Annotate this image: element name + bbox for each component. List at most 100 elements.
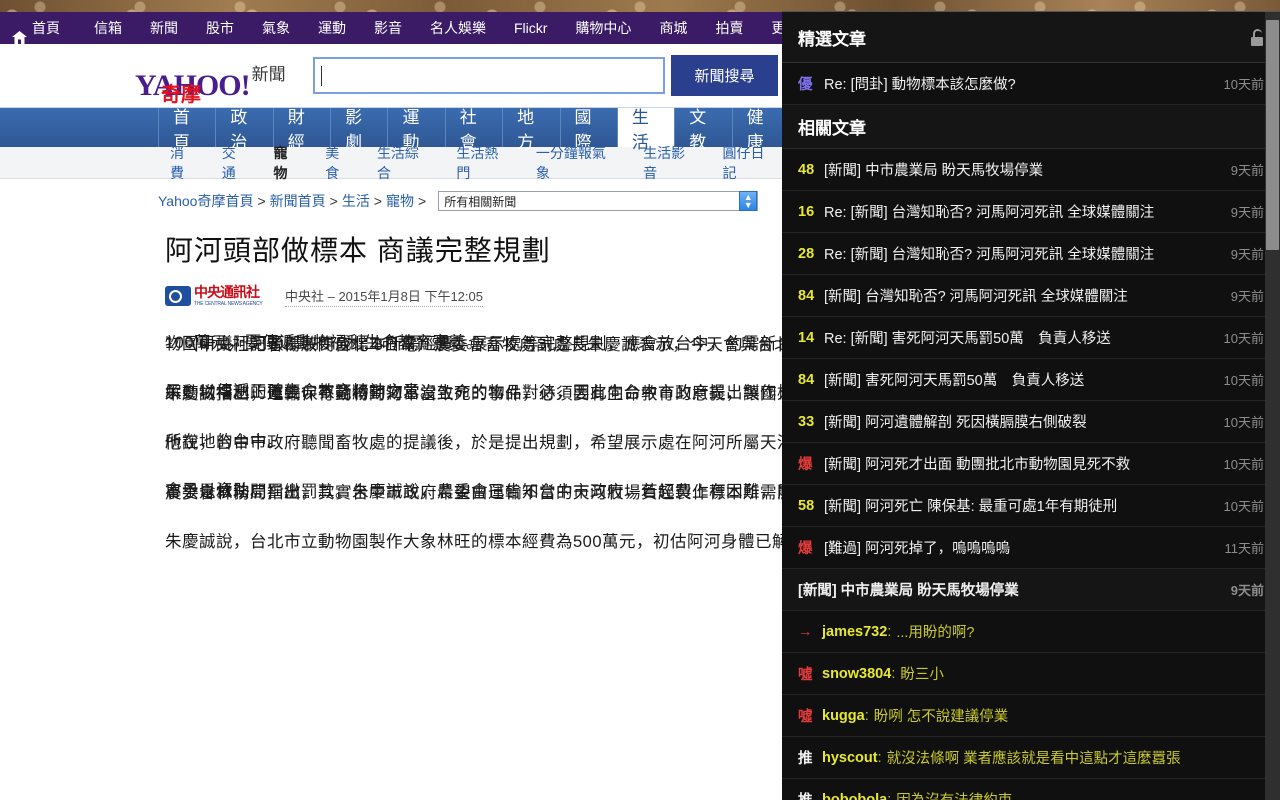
comment-text: 因為沒有法律約束 (896, 789, 1012, 800)
comment-text: 盼咧 怎不說建議停業 (873, 709, 1009, 725)
related-section-title: 相關文章 (798, 119, 866, 138)
related-post-row[interactable]: 28 Re: [新聞] 台灣知恥否? 河馬阿河死訊 全球媒體關注 9天前 (782, 233, 1280, 275)
comment-row[interactable]: 噓 kugga : 盼咧 怎不說建議停業 (782, 695, 1280, 737)
subnav-item-yuanzai-diary[interactable]: 圓仔日記 (711, 143, 790, 183)
nav-item-world[interactable]: 國際 (561, 108, 618, 152)
unlock-icon[interactable] (1249, 28, 1264, 46)
topbar-link-mall[interactable]: 商城 (645, 12, 701, 44)
subnav-item-life-video[interactable]: 生活影音 (631, 143, 710, 183)
related-post-row[interactable]: 14 Re: [新聞] 害死阿河天馬罰50萬 負責人移送 10天前 (782, 317, 1280, 359)
topbar-link-video[interactable]: 影音 (360, 12, 416, 44)
related-post-row[interactable]: 爆 [難過] 阿河死掉了，嗚嗚嗚嗚 11天前 (782, 527, 1280, 569)
topbar-link-mail[interactable]: 信箱 (80, 12, 136, 44)
article-timestamp: 中央社 – 2015年1月8日 下午12:05 (285, 286, 483, 307)
nav-item-education[interactable]: 文教 (675, 108, 733, 152)
comment-row[interactable]: → james732 : ...用盼的啊? (782, 611, 1280, 653)
current-post-row[interactable]: [新聞] 中市農業局 盼天馬牧場停業 9天前 (782, 569, 1280, 611)
subnav-item-life-hot[interactable]: 生活熱門 (444, 143, 523, 183)
article-title: 阿河頭部做標本 商議完整規劃 (165, 235, 551, 266)
breadcrumb-item-news-home[interactable]: 新聞首頁 (270, 191, 326, 211)
related-news-select[interactable]: 所有相關新聞 ▲ ▼ (438, 191, 759, 211)
nav-item-local[interactable]: 地方 (503, 108, 561, 152)
panel-scrollbar-thumb[interactable] (1266, 20, 1279, 250)
breadcrumb-item-yahoo-home[interactable]: Yahoo奇摩首頁 (158, 191, 253, 211)
topbar-link-stocks[interactable]: 股市 (192, 12, 248, 44)
article-line: 會予以資助。 (165, 482, 267, 500)
topbar-link-shopping[interactable]: 購物中心 (561, 12, 645, 44)
related-post-row[interactable]: 84 [新聞] 台灣知恥否? 河馬阿河死訊 全球媒體關注 9天前 (782, 275, 1280, 317)
post-title: [新聞] 台灣知恥否? 河馬阿河死訊 全球媒體關注 (824, 289, 1128, 305)
breadcrumb-separator: > (373, 193, 383, 209)
related-news-select-value: 所有相關新聞 (444, 194, 517, 209)
post-count-badge: 84 (798, 371, 815, 388)
article-line: 所在地的台中。 (165, 433, 284, 451)
subnav-item-weather-minute[interactable]: 一分鐘報氣象 (524, 143, 631, 183)
comment-row[interactable]: 推 bobobola : 因為沒有法律約束 (782, 779, 1280, 800)
comment-colon: : (877, 749, 882, 766)
post-count-badge: 爆 (798, 457, 813, 473)
topbar-link-auction[interactable]: 拍賣 (701, 12, 757, 44)
breadcrumb-item-pets[interactable]: 寵物 (386, 191, 414, 211)
yahoo-logo[interactable]: YAHOO! 奇摩 新聞 (135, 51, 305, 106)
post-timestamp: 9天前 (1230, 205, 1264, 220)
comment-author: snow3804 (822, 665, 892, 682)
topbar-link-sports[interactable]: 運動 (304, 12, 360, 44)
post-timestamp: 10天前 (1223, 457, 1264, 472)
post-timestamp: 10天前 (1223, 499, 1264, 514)
search-input[interactable] (313, 57, 665, 94)
topbar-link-home[interactable]: 首頁 (12, 12, 80, 44)
breadcrumb: Yahoo奇摩首頁 > 新聞首頁 > 生活 > 寵物 > 所有相關新聞 ▲ ▼ (0, 179, 790, 221)
post-title: Re: [新聞] 台灣知恥否? 河馬阿河死訊 全球媒體關注 (824, 247, 1155, 263)
post-title: [新聞] 阿河死才出面 動團批北市動物園見死不救 (824, 457, 1131, 473)
comment-row[interactable]: 推 hyscout : 就沒法條啊 業者應該就是看中這點才這麼囂張 (782, 737, 1280, 779)
related-post-row[interactable]: 16 Re: [新聞] 台灣知恥否? 河馬阿河死訊 全球媒體關注 9天前 (782, 191, 1280, 233)
related-post-row[interactable]: 48 [新聞] 中市農業局 盼天馬牧場停業 9天前 (782, 149, 1280, 191)
featured-post-row[interactable]: 優 Re: [問卦] 動物標本該怎麼做? 10天前 (782, 63, 1280, 105)
comment-tag-push: 推 (798, 751, 813, 767)
post-count-badge: 33 (798, 413, 815, 430)
nav-item-sports[interactable]: 運動 (388, 108, 446, 152)
comment-row[interactable]: 噓 snow3804 : 盼三小 (782, 653, 1280, 695)
breadcrumb-separator: > (257, 193, 266, 209)
nav-item-politics[interactable]: 政治 (216, 108, 274, 152)
article-line: 100萬元，要傳遞動物福利生命教育意義。 (165, 334, 484, 352)
nav-item-home[interactable]: 首頁 (158, 108, 217, 152)
home-icon (12, 23, 27, 44)
nav-item-entertainment[interactable]: 影劇 (331, 108, 389, 152)
article-byline: 中央通訊社 THE CENTRAL NEWS AGENCY 中央社 – 2015… (165, 285, 780, 307)
subnav-item-food[interactable]: 美食 (313, 143, 365, 183)
subnav-item-consumer[interactable]: 消費 (158, 143, 210, 183)
post-title: [新聞] 中市農業局 盼天馬牧場停業 (824, 163, 1044, 179)
yahoo-logo-section: 新聞 (251, 65, 286, 84)
ptt-overlay-panel: 精選文章 優 Re: [問卦] 動物標本該怎麼做? 10天前 相關文章 48 [… (782, 11, 1280, 800)
subnav-item-life-general[interactable]: 生活綜合 (365, 143, 444, 183)
subnav-item-traffic[interactable]: 交通 (210, 143, 262, 183)
topbar-link-home-label: 首頁 (32, 20, 60, 36)
panel-scrollbar[interactable] (1265, 12, 1280, 800)
nav-item-finance[interactable]: 財經 (274, 108, 332, 152)
nav-item-life[interactable]: 生活 (617, 108, 676, 152)
breadcrumb-item-life[interactable]: 生活 (342, 191, 370, 211)
post-timestamp: 9天前 (1230, 247, 1264, 262)
article-paragraph: 朱慶誠說，台北市立動物園製作大象林旺的標本經費為500萬元，初估阿河身體已解剖無 (165, 526, 790, 559)
nav-item-society[interactable]: 社會 (446, 108, 504, 152)
subnav-item-pets[interactable]: 寵物 (261, 143, 313, 183)
breadcrumb-separator: > (329, 193, 338, 209)
topbar-link-flickr[interactable]: Flickr (500, 12, 561, 44)
cna-logo-en: THE CENTRAL NEWS AGENCY (194, 301, 263, 307)
topbar-link-celebrity[interactable]: 名人娛樂 (416, 12, 500, 44)
topbar-link-weather[interactable]: 氣象 (248, 12, 304, 44)
related-post-row[interactable]: 爆 [新聞] 阿河死才出面 動團批北市動物園見死不救 10天前 (782, 443, 1280, 485)
cna-logo-cn: 中央通訊社 (194, 284, 260, 300)
post-timestamp: 10天前 (1223, 77, 1264, 92)
post-count-badge: 48 (798, 161, 815, 178)
topbar-link-news[interactable]: 新聞 (136, 12, 192, 44)
related-post-row[interactable]: 33 [新聞] 阿河遺體解剖 死因橫膈膜右側破裂 10天前 (782, 401, 1280, 443)
related-post-row[interactable]: 84 [新聞] 害死阿河天馬罰50萬 負責人移送 10天前 (782, 359, 1280, 401)
post-count-badge: 優 (798, 77, 813, 93)
post-title: Re: [問卦] 動物標本該怎麼做? (824, 77, 1016, 93)
search-button[interactable]: 新聞搜尋 (671, 55, 778, 96)
related-post-row[interactable]: 58 [新聞] 阿河死亡 陳保基: 最重可處1年有期徒刑 10天前 (782, 485, 1280, 527)
post-title: Re: [新聞] 台灣知恥否? 河馬阿河死訊 全球媒體關注 (824, 205, 1155, 221)
article-line: 朱慶誠說，台北市立動物園製作大象林旺的標本經費為500萬元，初估阿河身體已解剖無 (165, 533, 790, 551)
